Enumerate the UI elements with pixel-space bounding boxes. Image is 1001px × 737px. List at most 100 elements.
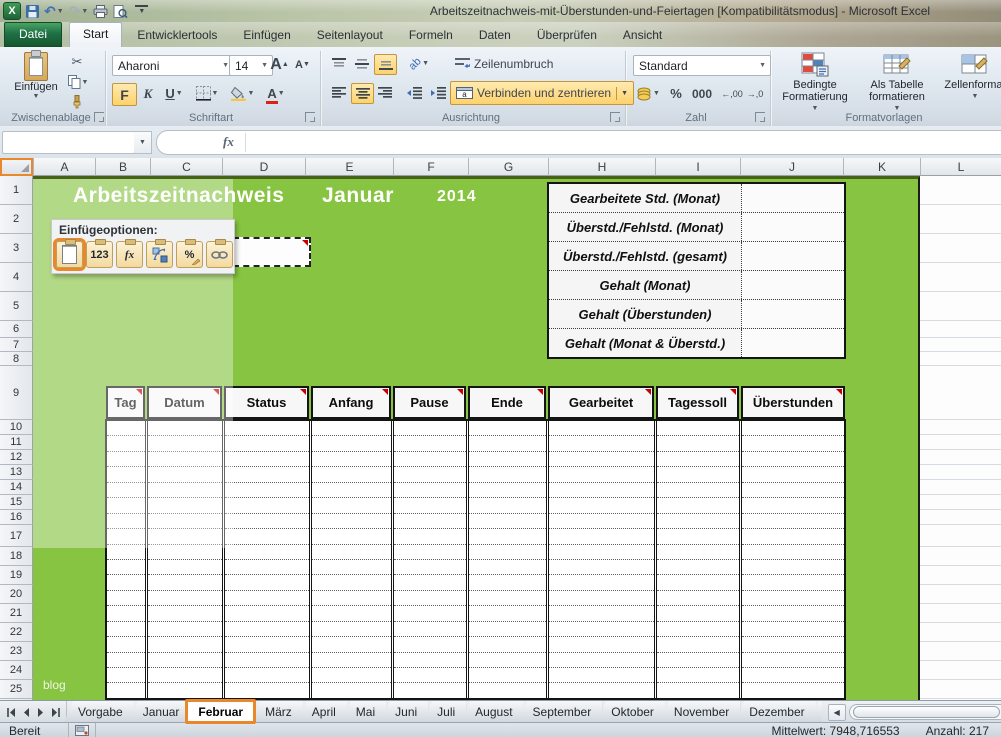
sheet-tab[interactable]: April [298, 701, 347, 723]
table-cell[interactable] [549, 545, 654, 560]
summary-value-cell[interactable] [741, 300, 844, 328]
table-cell[interactable] [312, 467, 391, 482]
row-header[interactable]: 24 [0, 661, 33, 680]
table-cell[interactable] [107, 560, 145, 575]
currency-format-button[interactable]: ▼ [633, 83, 663, 104]
column-header[interactable]: I [655, 158, 740, 176]
top-align-button[interactable] [328, 54, 349, 73]
table-cell[interactable] [394, 622, 466, 637]
row-header[interactable]: 15 [0, 495, 33, 510]
paste-link-button[interactable] [206, 241, 233, 268]
sheet-tab[interactable]: Februar [185, 699, 256, 724]
ribbon-tab[interactable]: Überprüfen [526, 24, 608, 47]
middle-align-button[interactable] [351, 54, 372, 73]
table-cell[interactable] [742, 575, 844, 590]
table-cell[interactable] [225, 436, 309, 451]
table-header-cell[interactable]: Überstunden [741, 386, 845, 419]
table-cell[interactable] [225, 529, 309, 544]
summary-value-cell[interactable] [741, 213, 844, 241]
sheet-tab[interactable]: Januar [129, 701, 191, 723]
column-header[interactable]: A [33, 158, 95, 176]
cut-button[interactable]: ✂ [66, 54, 88, 70]
table-cell[interactable] [225, 421, 309, 436]
number-format-combo[interactable]: Standard▼ [633, 55, 771, 76]
table-cell[interactable] [107, 668, 145, 683]
table-cell[interactable] [394, 591, 466, 606]
column-header[interactable]: D [222, 158, 305, 176]
table-cell[interactable] [225, 668, 309, 683]
table-cell[interactable] [469, 591, 546, 606]
grid-cell[interactable] [920, 292, 1001, 321]
table-cell[interactable] [148, 668, 222, 683]
grid-cell[interactable] [920, 680, 1001, 699]
row-header[interactable]: 13 [0, 465, 33, 480]
excel-logo-icon[interactable]: X [3, 2, 21, 20]
table-cell[interactable] [657, 498, 739, 513]
table-cell[interactable] [148, 575, 222, 590]
table-cell[interactable] [225, 653, 309, 668]
table-cell[interactable] [148, 637, 222, 652]
increase-decimal-button[interactable]: ←,00 [721, 83, 743, 104]
grid-cell[interactable] [920, 585, 1001, 604]
table-cell[interactable] [657, 514, 739, 529]
table-cell[interactable] [742, 467, 844, 482]
ribbon-tab[interactable]: Start [69, 22, 122, 47]
grid-cell[interactable] [920, 234, 1001, 263]
table-cell[interactable] [742, 683, 844, 697]
conditional-formatting-button[interactable]: Bedingte Formatierung ▼ [772, 52, 858, 115]
table-cell[interactable] [394, 467, 466, 482]
table-cell[interactable] [742, 436, 844, 451]
grid-cell[interactable] [920, 435, 1001, 450]
table-cell[interactable] [312, 591, 391, 606]
ribbon-tab[interactable]: Seitenlayout [306, 24, 394, 47]
row-header[interactable]: 20 [0, 585, 33, 604]
table-cell[interactable] [742, 421, 844, 436]
sheet-tab[interactable]: August [461, 701, 523, 723]
row-header[interactable]: 21 [0, 604, 33, 623]
row-header[interactable]: 4 [0, 263, 33, 292]
paste-button[interactable]: Einfügen ▼ [10, 52, 62, 100]
table-cell[interactable] [312, 653, 391, 668]
grow-font-button[interactable]: A▲ [269, 55, 290, 74]
decrease-indent-button[interactable] [404, 83, 425, 102]
table-cell[interactable] [312, 483, 391, 498]
font-color-button[interactable]: A▼ [261, 83, 291, 104]
scroll-left-button[interactable]: ◀ [828, 704, 846, 721]
borders-button[interactable]: ▼ [192, 83, 222, 104]
row-header[interactable]: 8 [0, 352, 33, 366]
row-header[interactable]: 6 [0, 321, 33, 338]
increase-indent-button[interactable] [428, 83, 449, 102]
row-header[interactable]: 5 [0, 292, 33, 321]
grid-cell[interactable] [920, 420, 1001, 435]
table-cell[interactable] [469, 668, 546, 683]
print-preview-button[interactable] [113, 5, 128, 18]
table-cell[interactable] [312, 498, 391, 513]
table-cell[interactable] [742, 529, 844, 544]
table-cell[interactable] [394, 452, 466, 467]
table-cell[interactable] [469, 529, 546, 544]
table-cell[interactable] [742, 668, 844, 683]
column-header[interactable]: E [305, 158, 393, 176]
merge-dropdown-icon[interactable]: ▼ [616, 87, 630, 100]
table-cell[interactable] [469, 483, 546, 498]
grid-cell[interactable] [920, 566, 1001, 585]
table-cell[interactable] [394, 483, 466, 498]
worksheet-grid[interactable]: Arbeitszeitnachweis Januar 2014 Gearbeit… [33, 176, 1001, 700]
clipboard-dialog-launcher[interactable] [94, 112, 104, 122]
table-cell[interactable] [469, 421, 546, 436]
print-button[interactable] [93, 5, 108, 18]
table-cell[interactable] [148, 683, 222, 697]
table-cell[interactable] [657, 668, 739, 683]
table-cell[interactable] [469, 467, 546, 482]
table-cell[interactable] [657, 560, 739, 575]
table-cell[interactable] [742, 653, 844, 668]
table-cell[interactable] [394, 560, 466, 575]
table-cell[interactable] [469, 637, 546, 652]
table-cell[interactable] [469, 606, 546, 621]
underline-button[interactable]: U▼ [160, 83, 188, 104]
grid-cell[interactable] [920, 263, 1001, 292]
macro-record-button[interactable] [68, 723, 96, 737]
row-header[interactable]: 18 [0, 547, 33, 566]
table-header-cell[interactable]: Status [224, 386, 309, 419]
paste-values-button[interactable]: 123 [86, 241, 113, 268]
